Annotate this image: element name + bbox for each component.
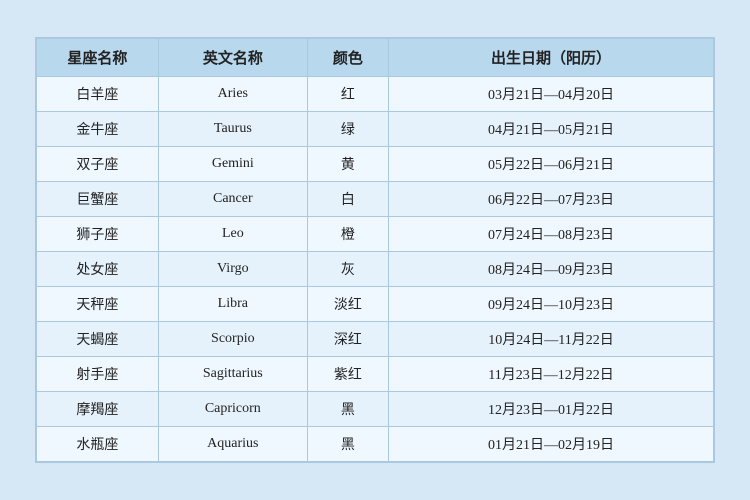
cell-english: Gemini	[158, 147, 307, 182]
cell-english: Libra	[158, 287, 307, 322]
cell-date: 01月21日—02月19日	[389, 427, 714, 462]
cell-chinese: 摩羯座	[37, 392, 159, 427]
cell-english: Leo	[158, 217, 307, 252]
cell-english: Sagittarius	[158, 357, 307, 392]
cell-date: 04月21日—05月21日	[389, 112, 714, 147]
header-date: 出生日期（阳历）	[389, 39, 714, 77]
cell-color: 白	[307, 182, 388, 217]
cell-chinese: 金牛座	[37, 112, 159, 147]
cell-color: 紫红	[307, 357, 388, 392]
table-row: 射手座Sagittarius紫红11月23日—12月22日	[37, 357, 714, 392]
header-english: 英文名称	[158, 39, 307, 77]
cell-chinese: 双子座	[37, 147, 159, 182]
cell-english: Capricorn	[158, 392, 307, 427]
table-body: 白羊座Aries红03月21日—04月20日金牛座Taurus绿04月21日—0…	[37, 77, 714, 462]
cell-color: 橙	[307, 217, 388, 252]
cell-chinese: 白羊座	[37, 77, 159, 112]
cell-english: Scorpio	[158, 322, 307, 357]
cell-color: 红	[307, 77, 388, 112]
table-row: 双子座Gemini黄05月22日—06月21日	[37, 147, 714, 182]
cell-chinese: 天蝎座	[37, 322, 159, 357]
cell-date: 10月24日—11月22日	[389, 322, 714, 357]
cell-english: Aries	[158, 77, 307, 112]
table-row: 天蝎座Scorpio深红10月24日—11月22日	[37, 322, 714, 357]
cell-chinese: 水瓶座	[37, 427, 159, 462]
cell-date: 11月23日—12月22日	[389, 357, 714, 392]
cell-english: Taurus	[158, 112, 307, 147]
header-chinese: 星座名称	[37, 39, 159, 77]
cell-date: 03月21日—04月20日	[389, 77, 714, 112]
cell-color: 绿	[307, 112, 388, 147]
cell-chinese: 射手座	[37, 357, 159, 392]
cell-color: 深红	[307, 322, 388, 357]
cell-date: 07月24日—08月23日	[389, 217, 714, 252]
cell-color: 黄	[307, 147, 388, 182]
table-row: 白羊座Aries红03月21日—04月20日	[37, 77, 714, 112]
table-row: 处女座Virgo灰08月24日—09月23日	[37, 252, 714, 287]
table-row: 天秤座Libra淡红09月24日—10月23日	[37, 287, 714, 322]
table-row: 水瓶座Aquarius黑01月21日—02月19日	[37, 427, 714, 462]
table-header-row: 星座名称 英文名称 颜色 出生日期（阳历）	[37, 39, 714, 77]
cell-color: 黑	[307, 427, 388, 462]
table-row: 巨蟹座Cancer白06月22日—07月23日	[37, 182, 714, 217]
cell-color: 淡红	[307, 287, 388, 322]
cell-date: 09月24日—10月23日	[389, 287, 714, 322]
cell-english: Cancer	[158, 182, 307, 217]
cell-date: 06月22日—07月23日	[389, 182, 714, 217]
cell-date: 05月22日—06月21日	[389, 147, 714, 182]
zodiac-table-container: 星座名称 英文名称 颜色 出生日期（阳历） 白羊座Aries红03月21日—04…	[35, 37, 715, 463]
table-row: 金牛座Taurus绿04月21日—05月21日	[37, 112, 714, 147]
cell-date: 08月24日—09月23日	[389, 252, 714, 287]
header-color: 颜色	[307, 39, 388, 77]
cell-date: 12月23日—01月22日	[389, 392, 714, 427]
cell-chinese: 天秤座	[37, 287, 159, 322]
table-row: 摩羯座Capricorn黑12月23日—01月22日	[37, 392, 714, 427]
cell-chinese: 处女座	[37, 252, 159, 287]
cell-color: 黑	[307, 392, 388, 427]
cell-english: Virgo	[158, 252, 307, 287]
cell-chinese: 狮子座	[37, 217, 159, 252]
cell-chinese: 巨蟹座	[37, 182, 159, 217]
zodiac-table: 星座名称 英文名称 颜色 出生日期（阳历） 白羊座Aries红03月21日—04…	[36, 38, 714, 462]
cell-english: Aquarius	[158, 427, 307, 462]
table-row: 狮子座Leo橙07月24日—08月23日	[37, 217, 714, 252]
cell-color: 灰	[307, 252, 388, 287]
